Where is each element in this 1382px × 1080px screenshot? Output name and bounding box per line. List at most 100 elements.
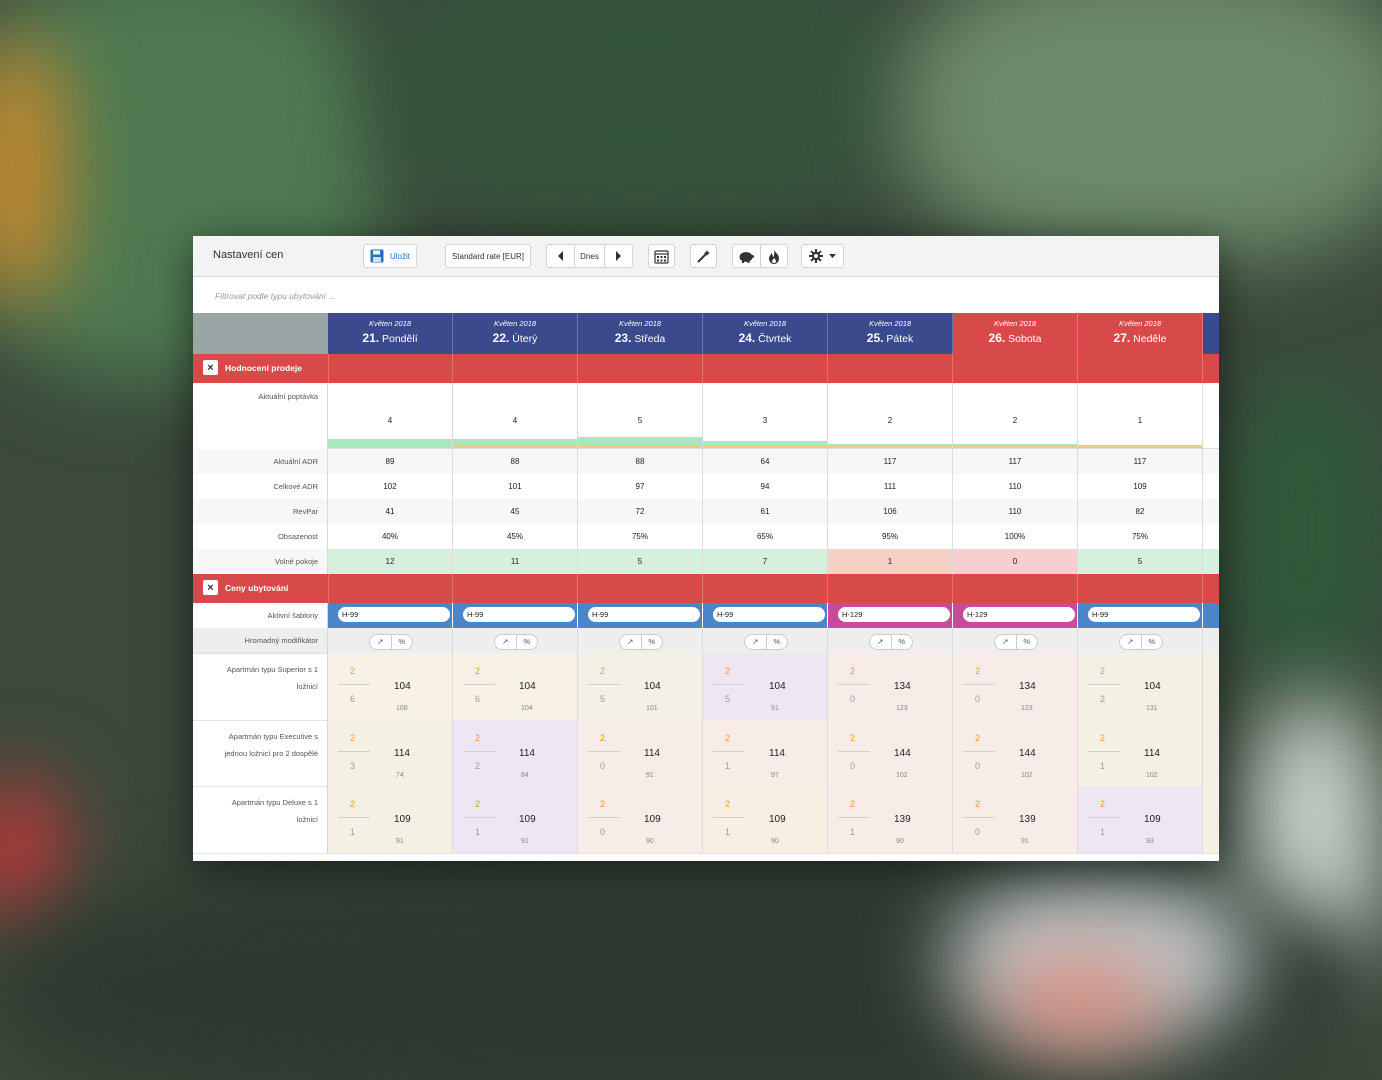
wand-icon[interactable]: ↗ [620, 635, 642, 649]
percent-unit: % [773, 637, 781, 646]
save-button[interactable]: Uložit [363, 244, 417, 268]
room-price-cell[interactable]: 2 0 134 123 [828, 653, 953, 720]
magic-wand-button[interactable] [690, 244, 717, 268]
price-value[interactable]: 109 [394, 814, 411, 825]
bulk-modifier-input[interactable]: ↗% [744, 634, 788, 650]
template-pill[interactable]: H-99 [713, 607, 825, 622]
room-price-cell[interactable]: 2 3 114 74 [328, 719, 453, 786]
room-price-cell[interactable]: 2 1 139 90 [828, 786, 953, 853]
price-value[interactable]: 104 [519, 681, 536, 692]
price-value[interactable]: 114 [1144, 748, 1160, 759]
price-value[interactable]: 114 [769, 748, 785, 759]
room-price-cell[interactable]: 2 2 104 131 [1078, 653, 1203, 720]
bulk-modifier-input[interactable]: ↗% [369, 634, 413, 650]
price-value[interactable]: 109 [644, 814, 661, 825]
room-price-cell[interactable]: 2 2 114 84 [453, 719, 578, 786]
price-value[interactable]: 139 [1019, 814, 1036, 825]
today-button[interactable]: Dnes [575, 252, 604, 261]
sold-count: 5 [725, 694, 731, 704]
base-price: 91 [396, 838, 404, 845]
room-price-cell[interactable]: 2 1 109 91 [453, 786, 578, 853]
bulk-modifier-input[interactable]: ↗% [619, 634, 663, 650]
wand-icon[interactable]: ↗ [495, 635, 517, 649]
room-price-cell[interactable]: 2 6 104 108 [328, 653, 453, 720]
room-price-cell[interactable]: 2 1 114 97 [703, 719, 828, 786]
demand-bar [328, 439, 452, 448]
filter-input[interactable]: Filtrovat podle typu ubytování ... [215, 291, 335, 301]
next-day-cell [1203, 499, 1219, 524]
template-pill[interactable]: H-99 [588, 607, 700, 622]
price-value[interactable]: 114 [394, 748, 410, 759]
day-header[interactable]: Květen 2018 21. Pondělí [328, 313, 453, 354]
bulk-modifier-input[interactable]: ↗% [1119, 634, 1163, 650]
room-price-cell[interactable]: 2 1 109 93 [1078, 786, 1203, 853]
next-day-cell [1203, 628, 1219, 653]
prev-button[interactable] [547, 245, 576, 267]
filter-bar[interactable]: Filtrovat podle typu ubytování ... [193, 277, 1219, 314]
day-header[interactable]: Květen 2018 26. Sobota [953, 313, 1078, 354]
day-header[interactable]: Květen 2018 27. Neděle [1078, 313, 1203, 354]
room-price-cell[interactable]: 2 1 109 90 [703, 786, 828, 853]
day-header[interactable]: Květen 2018 23. Středa [578, 313, 703, 354]
room-price-cell[interactable]: 2 5 104 101 [578, 653, 703, 720]
price-value[interactable]: 144 [894, 748, 911, 759]
price-value[interactable]: 104 [644, 681, 661, 692]
room-price-cell[interactable]: 2 0 134 123 [953, 653, 1078, 720]
room-price-cell[interactable]: 2 1 109 91 [328, 786, 453, 853]
template-cell[interactable]: H-99 [1078, 603, 1203, 628]
day-header[interactable]: Květen 2018 24. Čtvrtek [703, 313, 828, 354]
template-cell[interactable]: H-99 [578, 603, 703, 628]
template-pill[interactable]: H-129 [963, 607, 1075, 622]
wand-icon[interactable]: ↗ [370, 635, 392, 649]
wand-icon[interactable]: ↗ [745, 635, 767, 649]
price-value[interactable]: 144 [1019, 748, 1036, 759]
next-button[interactable] [603, 245, 632, 267]
room-price-cell[interactable]: 2 0 144 102 [953, 719, 1078, 786]
piggy-bank-button[interactable] [733, 245, 761, 267]
price-value[interactable]: 104 [769, 681, 786, 692]
room-price-cell[interactable]: 2 0 109 90 [578, 786, 703, 853]
template-pill[interactable]: H-129 [838, 607, 950, 622]
room-price-cell[interactable]: 2 5 104 91 [703, 653, 828, 720]
template-pill[interactable]: H-99 [1088, 607, 1200, 622]
price-value[interactable]: 109 [519, 814, 536, 825]
price-value[interactable]: 109 [1144, 814, 1161, 825]
fire-button[interactable] [761, 245, 788, 267]
day-header[interactable]: Květen 2018 25. Pátek [828, 313, 953, 354]
template-cell[interactable]: H-99 [703, 603, 828, 628]
price-value[interactable]: 109 [769, 814, 786, 825]
price-value[interactable]: 104 [394, 681, 411, 692]
template-pill[interactable]: H-99 [338, 607, 450, 622]
settings-dropdown[interactable] [801, 244, 844, 268]
price-value[interactable]: 104 [1144, 681, 1161, 692]
stat-cell: 75% [578, 524, 703, 549]
room-price-cell[interactable]: 2 0 139 91 [953, 786, 1078, 853]
bulk-modifier-input[interactable]: ↗% [869, 634, 913, 650]
room-price-cell[interactable]: 2 6 104 104 [453, 653, 578, 720]
room-price-cell[interactable]: 2 0 144 102 [828, 719, 953, 786]
day-name: 24. Čtvrtek [738, 331, 792, 345]
template-pill[interactable]: H-99 [463, 607, 575, 622]
bulk-modifier-input[interactable]: ↗% [494, 634, 538, 650]
rate-selector[interactable]: Standard rate [EUR] [445, 244, 531, 268]
room-price-cell[interactable]: 2 1 114 102 [1078, 719, 1203, 786]
price-value[interactable]: 114 [644, 748, 660, 759]
wand-icon[interactable]: ↗ [1120, 635, 1142, 649]
room-price-cell[interactable]: 2 0 114 91 [578, 719, 703, 786]
day-header[interactable]: Květen 2018 22. Úterý [453, 313, 578, 354]
calendar-button[interactable] [648, 244, 675, 268]
free-rooms-cell: 5 [578, 549, 703, 574]
template-cell[interactable]: H-129 [828, 603, 953, 628]
template-cell[interactable]: H-129 [953, 603, 1078, 628]
bulk-modifier-input[interactable]: ↗% [994, 634, 1038, 650]
price-value[interactable]: 134 [894, 681, 911, 692]
template-cell[interactable]: H-99 [453, 603, 578, 628]
price-value[interactable]: 139 [894, 814, 911, 825]
template-cell[interactable]: H-99 [328, 603, 453, 628]
wand-icon[interactable]: ↗ [870, 635, 892, 649]
wand-icon[interactable]: ↗ [995, 635, 1017, 649]
stat-cell: 100% [953, 524, 1078, 549]
demand-value: 4 [512, 416, 518, 425]
price-value[interactable]: 114 [519, 748, 535, 759]
price-value[interactable]: 134 [1019, 681, 1036, 692]
